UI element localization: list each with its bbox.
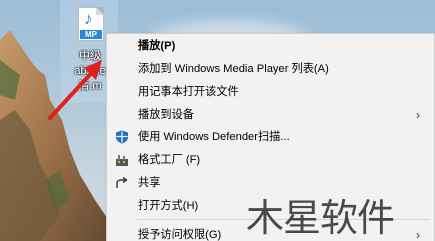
- watermark: 木星软件: [246, 195, 435, 241]
- music-note-icon: ♪: [84, 9, 93, 28]
- format-factory-icon: [116, 155, 128, 166]
- menu-item-play-to-device[interactable]: 播放到设备 ›: [107, 104, 434, 126]
- menu-item-format-factory[interactable]: 格式工厂 (F): [107, 149, 434, 171]
- menu-item-play[interactable]: 播放(P): [107, 35, 434, 57]
- menu-item-add-to-wmp-list[interactable]: 添加到 Windows Media Player 列表(A): [107, 58, 434, 80]
- file-type-badge: MP: [80, 30, 102, 39]
- chevron-right-icon: ›: [416, 108, 420, 122]
- menu-item-open-with-notepad[interactable]: 用记事本打开该文件: [107, 81, 434, 103]
- watermark-text: 木星软件: [246, 196, 395, 240]
- share-icon: [116, 176, 128, 188]
- menu-item-defender-scan[interactable]: 使用 Windows Defender扫描...: [107, 126, 434, 148]
- audio-file-icon: ♪ MP: [78, 7, 104, 41]
- shield-icon: [116, 130, 128, 144]
- menu-item-share[interactable]: 共享: [107, 172, 434, 194]
- desktop-background: ♪ MP 中级 abilitie 清.m 播放(P) 添加到 Windows M…: [0, 0, 435, 241]
- red-arrow-annotation: [48, 60, 102, 120]
